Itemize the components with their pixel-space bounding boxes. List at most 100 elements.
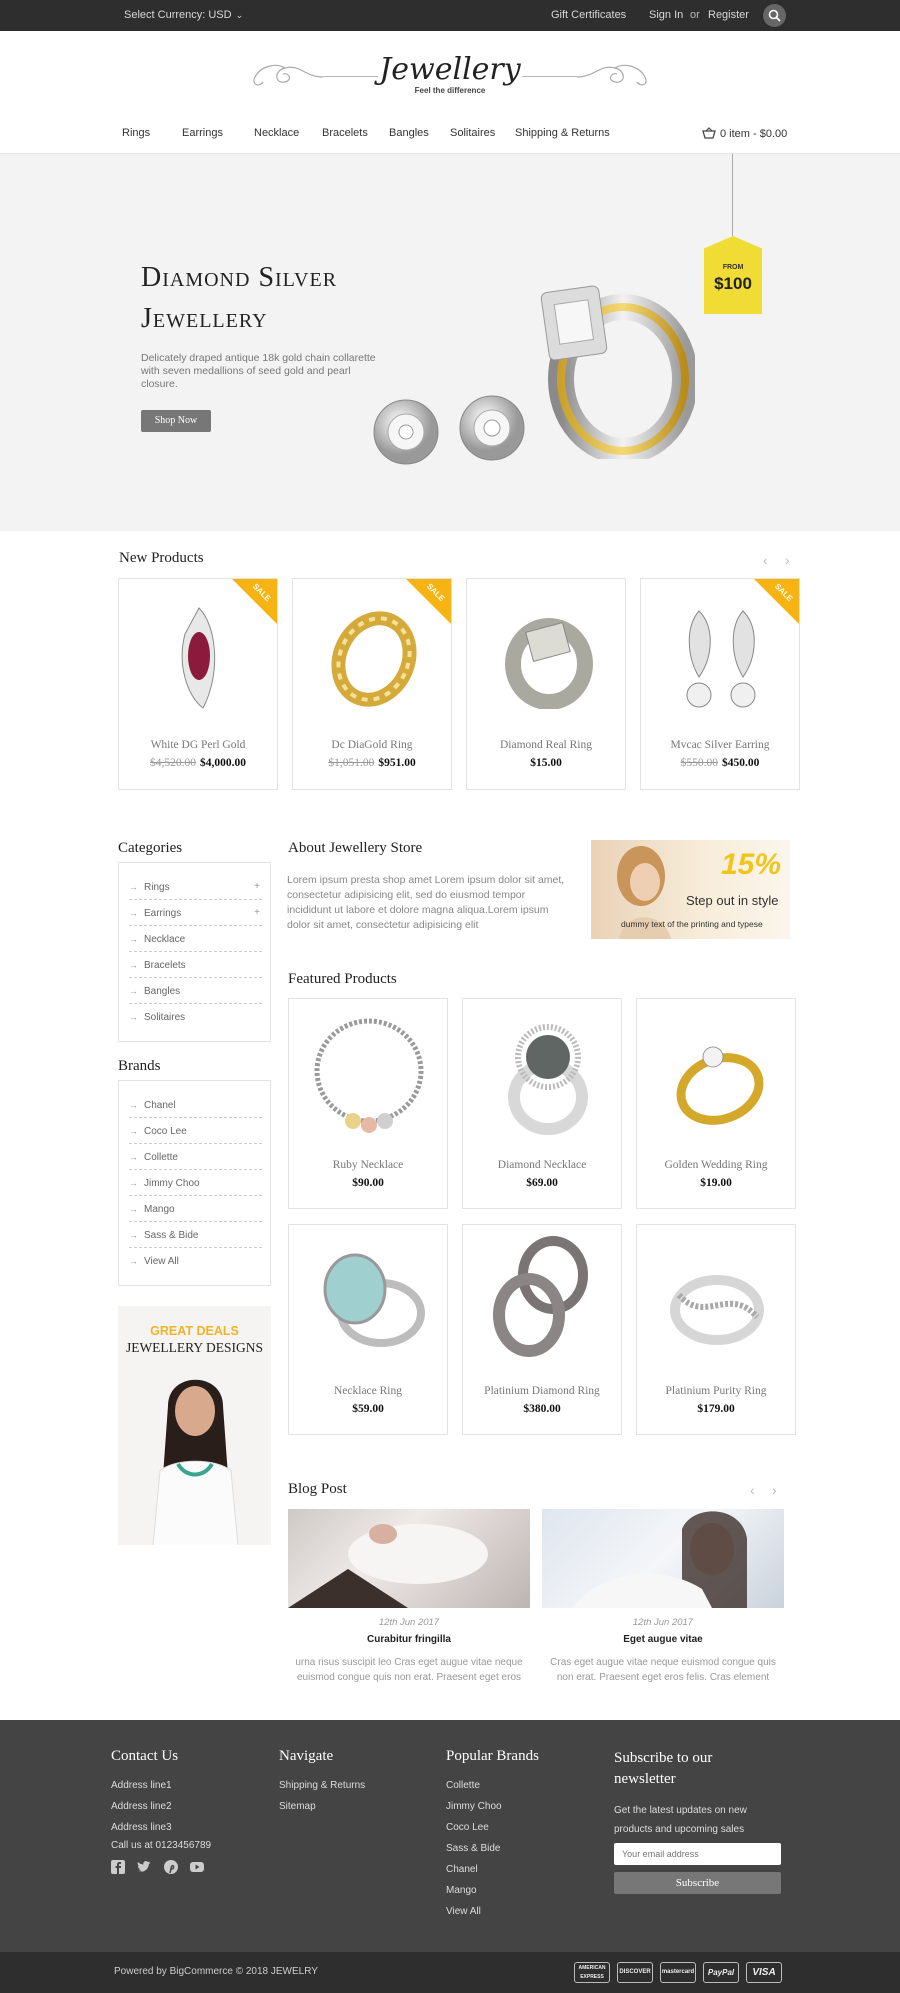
currency-label: Select Currency: USD	[124, 9, 232, 21]
product-name[interactable]: Platinium Purity Ring	[637, 1385, 795, 1397]
product-card[interactable]: Ruby Necklace $90.00	[288, 998, 448, 1209]
contact-line: Address line2	[111, 1801, 172, 1812]
category-rings[interactable]: → Rings +	[129, 874, 262, 900]
nav-item-rings[interactable]: Rings	[122, 127, 150, 139]
subscribe-button[interactable]: Subscribe	[614, 1872, 781, 1894]
product-price: $59.00	[352, 1403, 384, 1415]
search-button[interactable]	[763, 4, 786, 27]
footer-link-shipping[interactable]: Shipping & Returns	[279, 1780, 365, 1791]
product-name[interactable]: Necklace Ring	[289, 1385, 447, 1397]
register-link[interactable]: Register	[708, 9, 749, 21]
footer-brand-link[interactable]: Sass & Bide	[446, 1843, 500, 1854]
chevron-down-icon: ⌄	[235, 10, 244, 20]
next-arrow-icon[interactable]: ›	[772, 1483, 784, 1497]
hero-text: Delicately draped antique 18k gold chain…	[141, 352, 376, 390]
brand-item[interactable]: → Coco Lee	[129, 1118, 262, 1144]
product-name[interactable]: Ruby Necklace	[289, 1159, 447, 1171]
newsletter-title: Subscribe to our newsletter	[614, 1750, 713, 1787]
nav-item-solitaires[interactable]: Solitaires	[450, 127, 495, 139]
product-image	[670, 1275, 764, 1345]
product-name[interactable]: Mvcac Silver Earring	[641, 739, 799, 751]
product-card[interactable]: Platinium Diamond Ring $380.00	[462, 1224, 622, 1435]
footer-contact-title: Contact Us	[111, 1748, 179, 1764]
next-arrow-icon[interactable]: ›	[785, 553, 797, 567]
sale-badge: SALE	[754, 579, 799, 624]
deal-line2: JEWELLERY DESIGNS	[125, 1340, 264, 1355]
product-card[interactable]: Diamond Necklace $69.00	[462, 998, 622, 1209]
prev-arrow-icon[interactable]: ‹	[750, 1483, 762, 1497]
product-card[interactable]: SALE Dc DiaGold Ring $1,051.00 $951.00	[292, 578, 452, 790]
product-name[interactable]: Diamond Real Ring	[467, 739, 625, 751]
footer-brand-link[interactable]: Coco Lee	[446, 1822, 489, 1833]
footer-brand-link[interactable]: Mango	[446, 1885, 477, 1896]
product-price: $69.00	[526, 1177, 558, 1189]
product-card[interactable]: Platinium Purity Ring $179.00	[636, 1224, 796, 1435]
product-name[interactable]: Platinium Diamond Ring	[463, 1385, 621, 1397]
site-logo[interactable]: Jewellery Feel the difference	[245, 48, 655, 98]
brand-item[interactable]: → Jimmy Choo	[129, 1170, 262, 1196]
basket-icon	[702, 127, 716, 139]
category-solitaires[interactable]: → Solitaires	[129, 1004, 262, 1030]
price-tag: FROM $100	[704, 236, 762, 314]
new-products-title: New Products	[119, 550, 204, 566]
nav-item-bracelets[interactable]: Bracelets	[322, 127, 368, 139]
category-earrings[interactable]: → Earrings +	[129, 900, 262, 926]
product-name[interactable]: Dc DiaGold Ring	[293, 739, 451, 751]
brand-item[interactable]: → Collette	[129, 1144, 262, 1170]
product-card[interactable]: Necklace Ring $59.00	[288, 1224, 448, 1435]
product-name[interactable]: Golden Wedding Ring	[637, 1159, 795, 1171]
product-card[interactable]: Golden Wedding Ring $19.00	[636, 998, 796, 1209]
product-price: $380.00	[523, 1403, 561, 1415]
nav-item-necklace[interactable]: Necklace	[254, 127, 299, 139]
blog-post-title[interactable]: Eget augue vitae	[542, 1634, 784, 1645]
category-necklace[interactable]: → Necklace	[129, 926, 262, 952]
blog-post-title[interactable]: Curabitur fringilla	[288, 1634, 530, 1645]
logo-tagline: Feel the difference	[414, 86, 486, 95]
brand-item[interactable]: → Chanel	[129, 1092, 262, 1118]
product-name[interactable]: Diamond Necklace	[463, 1159, 621, 1171]
footer-brand-link[interactable]: Collette	[446, 1780, 480, 1791]
product-card[interactable]: SALE Mvcac Silver Earring $550.00 $450.00	[640, 578, 800, 790]
footer-brand-view-all[interactable]: View All	[446, 1906, 481, 1917]
category-bracelets[interactable]: → Bracelets	[129, 952, 262, 978]
shop-now-button[interactable]: Shop Now	[141, 410, 211, 432]
brand-item[interactable]: → Mango	[129, 1196, 262, 1222]
gift-certificates-link[interactable]: Gift Certificates	[551, 9, 626, 21]
currency-selector[interactable]: Select Currency: USD ⌄	[124, 9, 243, 21]
footer-brand-link[interactable]: Chanel	[446, 1864, 478, 1875]
category-bangles[interactable]: → Bangles	[129, 978, 262, 1004]
blog-image[interactable]	[542, 1509, 784, 1608]
product-card[interactable]: SALE White DG Perl Gold $4,520.00 $4,000.…	[118, 578, 278, 790]
product-price: $1,051.00 $951.00	[328, 757, 416, 769]
newsletter-email-input[interactable]	[614, 1843, 781, 1865]
youtube-icon[interactable]	[190, 1860, 205, 1874]
deal-line1: GREAT DEALS	[150, 1324, 239, 1338]
prev-arrow-icon[interactable]: ‹	[763, 553, 775, 567]
promo-banner[interactable]: 15% Step out in style dummy text of the …	[591, 840, 790, 939]
twitter-icon[interactable]	[137, 1860, 152, 1874]
blog-date: 12th Jun 2017	[378, 1617, 440, 1628]
brand-view-all[interactable]: → View All	[129, 1248, 262, 1274]
sign-in-link[interactable]: Sign In	[649, 9, 683, 21]
brand-item[interactable]: → Sass & Bide	[129, 1222, 262, 1248]
banner-step: Step out in style	[686, 893, 779, 908]
footer-link-sitemap[interactable]: Sitemap	[279, 1801, 316, 1812]
pinterest-icon[interactable]	[163, 1860, 178, 1874]
product-image	[181, 607, 216, 709]
nav-item-shipping[interactable]: Shipping & Returns	[515, 127, 610, 139]
nav-item-earrings[interactable]: Earrings	[182, 127, 223, 139]
blog-image[interactable]	[288, 1509, 530, 1608]
banner-dummy: dummy text of the printing and typese	[621, 919, 763, 929]
great-deals-banner[interactable]: GREAT DEALS JEWELLERY DESIGNS	[118, 1306, 271, 1545]
newsletter-text: Get the latest updates on new products an…	[614, 1805, 747, 1835]
hero-title-line1: Diamond Silver	[141, 262, 338, 293]
product-name[interactable]: White DG Perl Gold	[119, 739, 277, 751]
model-image	[152, 1379, 239, 1545]
product-image	[508, 1024, 588, 1135]
nav-item-bangles[interactable]: Bangles	[389, 127, 429, 139]
copyright: Powered by BigCommerce © 2018 JEWELRY	[114, 1966, 318, 1977]
facebook-icon[interactable]	[111, 1860, 125, 1874]
footer-brand-link[interactable]: Jimmy Choo	[446, 1801, 502, 1812]
cart-summary[interactable]: 0 item - $0.00	[702, 127, 787, 140]
product-card[interactable]: Diamond Real Ring $15.00	[466, 578, 626, 790]
